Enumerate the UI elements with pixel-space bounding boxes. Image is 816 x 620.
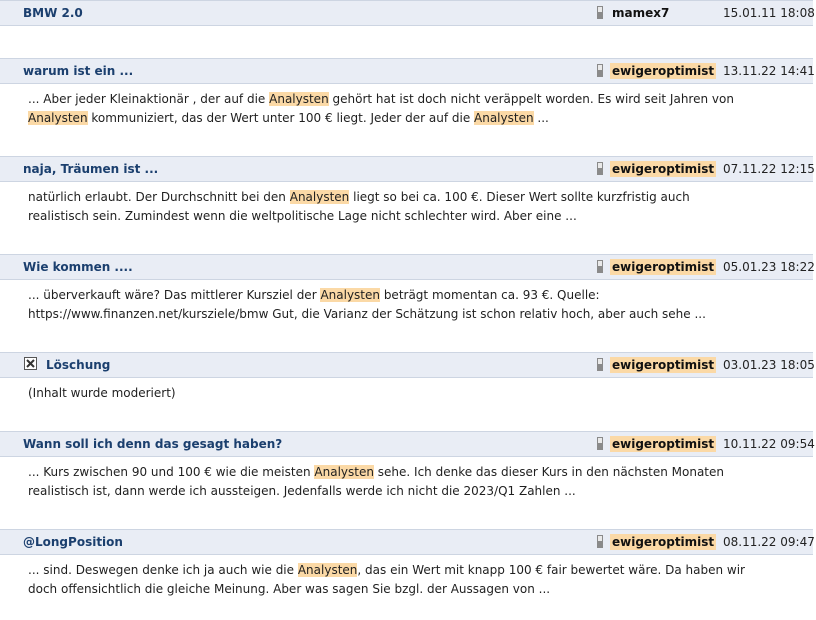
post-title-link[interactable]: Wann soll ich denn das gesagt haben? (23, 437, 282, 451)
post-excerpt: ... Kurs zwischen 90 und 100 € wie die m… (28, 463, 724, 501)
post-title-link[interactable]: Wie kommen .... (23, 260, 133, 274)
excerpt-line: doch offensichtlich die gleiche Meinung.… (28, 580, 718, 599)
post-title-link[interactable]: warum ist ein ... (23, 64, 133, 78)
forum-post: Wann soll ich denn das gesagt haben? ewi… (0, 431, 815, 498)
excerpt-text: natürlich erlaubt. Der Durchschnitt bei … (28, 190, 290, 204)
user-icon (597, 437, 603, 450)
post-title-link[interactable]: BMW 2.0 (23, 6, 83, 20)
excerpt-line: realistisch sein. Zumindest wenn die wel… (28, 207, 718, 226)
post-username[interactable]: ewigeroptimist (610, 63, 717, 79)
highlighted-term: Analysten (28, 111, 88, 125)
excerpt-text: liegt so bei ca. 100 €. Dieser Wert soll… (349, 190, 690, 204)
post-excerpt: ... Aber jeder Kleinaktionär , der auf d… (28, 90, 734, 128)
post-username[interactable]: ewigeroptimist (610, 259, 717, 275)
excerpt-line: realistisch ist, dann werde ich aussteig… (28, 482, 718, 501)
excerpt-line: Analysten kommuniziert, das der Wert unt… (28, 109, 718, 128)
excerpt-text: kommuniziert, das der Wert unter 100 € l… (87, 111, 475, 125)
post-header: Wie kommen .... ewigeroptimist 05.01.23 … (0, 254, 815, 280)
excerpt-text: ... (533, 111, 549, 125)
post-date: 07.11.22 12:15 (723, 162, 815, 176)
excerpt-text: (Inhalt wurde moderiert) (28, 386, 176, 400)
user-icon (597, 64, 603, 77)
forum-post: @LongPosition ewigeroptimist 08.11.22 09… (0, 529, 815, 596)
excerpt-line: ... Kurs zwischen 90 und 100 € wie die m… (28, 463, 724, 482)
excerpt-text: , das ein Wert mit knapp 100 € fair bewe… (357, 563, 745, 577)
excerpt-text: realistisch ist, dann werde ich aussteig… (28, 484, 576, 498)
user-icon (597, 162, 603, 175)
post-excerpt: natürlich erlaubt. Der Durchschnitt bei … (28, 188, 718, 226)
excerpt-line: ... Aber jeder Kleinaktionär , der auf d… (28, 90, 734, 109)
highlighted-term: Analysten (314, 465, 374, 479)
excerpt-line: https://www.finanzen.net/kursziele/bmw G… (28, 305, 718, 324)
excerpt-text: ... sind. Deswegen denke ich ja auch wie… (28, 563, 298, 577)
user-icon (597, 535, 603, 548)
user-icon (597, 358, 603, 371)
post-date: 13.11.22 14:41 (723, 64, 815, 78)
post-title-link[interactable]: @LongPosition (23, 535, 123, 549)
highlighted-term: Analysten (474, 111, 534, 125)
post-username[interactable]: ewigeroptimist (610, 436, 717, 452)
post-excerpt: ... überverkauft wäre? Das mittlerer Kur… (28, 286, 718, 324)
forum-post: warum ist ein ... ewigeroptimist 13.11.2… (0, 58, 815, 125)
excerpt-text: ... Kurs zwischen 90 und 100 € wie die m… (28, 465, 315, 479)
excerpt-line: (Inhalt wurde moderiert) (28, 384, 718, 403)
forum-post: BMW 2.0 mamex7 15.01.11 18:08 (0, 0, 815, 26)
excerpt-line: ... überverkauft wäre? Das mittlerer Kur… (28, 286, 718, 305)
post-excerpt: ... sind. Deswegen denke ich ja auch wie… (28, 561, 745, 599)
highlighted-term: Analysten (289, 190, 350, 204)
post-title-link[interactable]: Löschung (46, 358, 110, 372)
post-username[interactable]: ewigeroptimist (610, 161, 717, 177)
excerpt-text: gehört hat ist doch nicht veräppelt word… (328, 92, 734, 106)
excerpt-text: sehe. Ich denke das dieser Kurs in den n… (373, 465, 724, 479)
forum-post: naja, Träumen ist ... ewigeroptimist 07.… (0, 156, 815, 223)
post-header: warum ist ein ... ewigeroptimist 13.11.2… (0, 58, 815, 84)
excerpt-text: doch offensichtlich die gleiche Meinung.… (28, 582, 551, 596)
excerpt-line: natürlich erlaubt. Der Durchschnitt bei … (28, 188, 718, 207)
post-header: @LongPosition ewigeroptimist 08.11.22 09… (0, 529, 815, 555)
excerpt-text: https://www.finanzen.net/kursziele/bmw G… (28, 307, 706, 321)
user-icon (597, 260, 603, 273)
highlighted-term: Analysten (297, 563, 358, 577)
deleted-icon (24, 357, 37, 370)
highlighted-term: Analysten (269, 92, 329, 106)
excerpt-text: ... überverkauft wäre? Das mittlerer Kur… (28, 288, 321, 302)
highlighted-term: Analysten (320, 288, 380, 302)
post-header: Löschung ewigeroptimist 03.01.23 18:05 (0, 352, 815, 378)
user-icon (597, 6, 603, 19)
post-header: naja, Träumen ist ... ewigeroptimist 07.… (0, 156, 815, 182)
excerpt-text: ... Aber jeder Kleinaktionär , der auf d… (28, 92, 270, 106)
excerpt-text: beträgt momentan ca. 93 €. Quelle: (380, 288, 600, 302)
post-header: Wann soll ich denn das gesagt haben? ewi… (0, 431, 815, 457)
forum-post: Wie kommen .... ewigeroptimist 05.01.23 … (0, 254, 815, 321)
post-date: 15.01.11 18:08 (723, 6, 815, 20)
post-date: 03.01.23 18:05 (723, 358, 815, 372)
post-date: 10.11.22 09:54 (723, 437, 815, 451)
post-date: 05.01.23 18:22 (723, 260, 815, 274)
post-username[interactable]: ewigeroptimist (610, 357, 717, 373)
post-excerpt: (Inhalt wurde moderiert) (28, 384, 718, 403)
post-title-link[interactable]: naja, Träumen ist ... (23, 162, 158, 176)
excerpt-line: ... sind. Deswegen denke ich ja auch wie… (28, 561, 745, 580)
post-date: 08.11.22 09:47 (723, 535, 815, 549)
excerpt-text: realistisch sein. Zumindest wenn die wel… (28, 209, 577, 223)
post-username[interactable]: ewigeroptimist (610, 534, 717, 550)
post-header: BMW 2.0 mamex7 15.01.11 18:08 (0, 0, 815, 26)
post-username[interactable]: mamex7 (610, 5, 671, 21)
forum-post: Löschung ewigeroptimist 03.01.23 18:05 (… (0, 352, 815, 400)
